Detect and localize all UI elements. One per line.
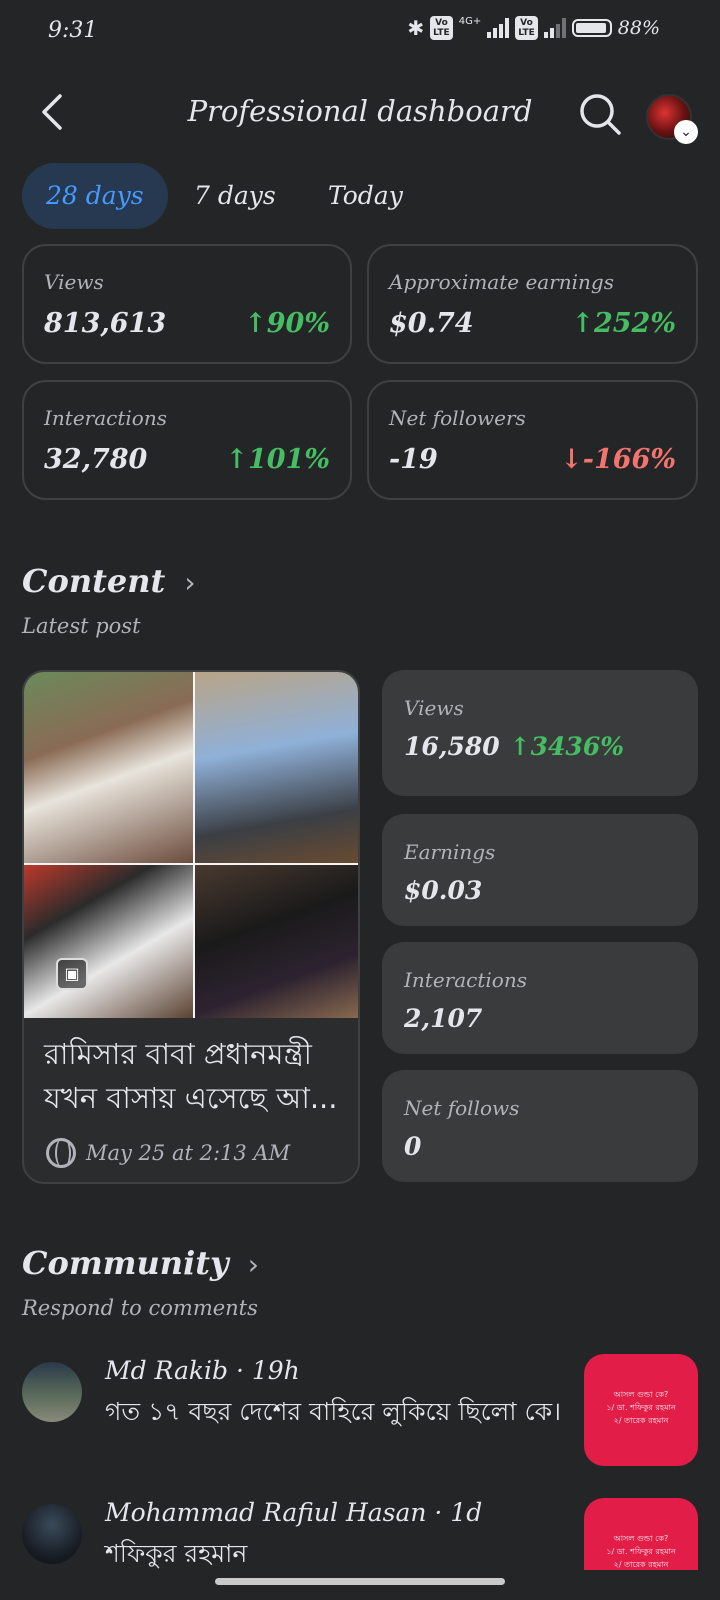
content-heading[interactable]: Content › — [22, 562, 196, 600]
post-date: May 25 at 2:13 AM — [86, 1141, 291, 1165]
commenter-avatar[interactable] — [22, 1504, 82, 1564]
thumb-line: ১/ ডা. শফিকুর রহমান — [606, 1547, 676, 1556]
net-followers-label: Net followers — [389, 406, 526, 430]
search-icon[interactable] — [578, 92, 622, 136]
earnings-change: ↑252% — [571, 308, 676, 339]
status-icons: ✱ Vo LTE 4G+ Vo LTE 88% — [407, 16, 660, 40]
post-interactions-label: Interactions — [404, 968, 527, 992]
views-label: Views — [44, 270, 104, 294]
signal-icon-2 — [543, 18, 566, 38]
post-caption: রামিসার বাবা প্রধানমন্ত্রী যখন বাসায় এস… — [44, 1037, 338, 1115]
comment-post-thumbnail[interactable]: আসল গুন্ডা কে? ১/ ডা. শফিকুর রহমান ২/ তা… — [584, 1498, 698, 1570]
earnings-value: $0.74 — [389, 308, 474, 339]
thumb-line: ২/ তারেক রহমান — [613, 1416, 669, 1425]
home-indicator[interactable] — [215, 1578, 505, 1585]
content-subtitle: Latest post — [22, 614, 141, 638]
interactions-card[interactable]: Interactions 32,780 ↑101% — [22, 380, 352, 500]
comment-text: শফিকুর রহমান — [105, 1539, 248, 1568]
image-icon: ▣ — [56, 958, 88, 990]
bluetooth-icon: ✱ — [407, 16, 425, 40]
post-interactions-value: 2,107 — [404, 1004, 483, 1033]
comment-item[interactable]: Md Rakib · 19h গত ১৭ বছর দেশের বাহিরে লু… — [0, 1350, 720, 1480]
community-heading[interactable]: Community › — [22, 1244, 259, 1282]
post-earnings-card[interactable]: Earnings $0.03 — [382, 814, 698, 926]
earnings-card[interactable]: Approximate earnings $0.74 ↑252% — [367, 244, 698, 364]
net-followers-card[interactable]: Net followers -19 ↓-166% — [367, 380, 698, 500]
battery-percent: 88% — [617, 17, 660, 39]
status-time: 9:31 — [48, 18, 98, 43]
post-views-value: 16,580 — [404, 732, 500, 761]
interactions-label: Interactions — [44, 406, 167, 430]
thumb-line: ২/ তারেক রহমান — [613, 1560, 669, 1569]
chevron-down-icon: ⌄ — [674, 120, 698, 144]
volte-icon: Vo LTE — [430, 16, 453, 40]
comment-author: Mohammad Rafiul Hasan · 1d — [105, 1498, 483, 1527]
globe-icon — [46, 1138, 76, 1168]
net-followers-change: ↓-166% — [560, 444, 676, 475]
views-change: ↑90% — [244, 308, 330, 339]
content-title: Content — [22, 562, 166, 600]
post-earnings-label: Earnings — [404, 840, 496, 864]
post-net-follows-card[interactable]: Net follows 0 — [382, 1070, 698, 1182]
post-views-label: Views — [404, 696, 464, 720]
post-views-change: ↑3436% — [509, 732, 624, 761]
post-net-follows-label: Net follows — [404, 1096, 520, 1120]
thumb-line: ১/ ডা. শফিকুর রহমান — [606, 1403, 676, 1412]
thumb-line: আসল গুন্ডা কে? — [613, 1534, 669, 1543]
network-type: 4G+ — [458, 16, 482, 27]
post-views-card[interactable]: Views 16,580 ↑3436% — [382, 670, 698, 796]
post-meta: May 25 at 2:13 AM — [46, 1138, 290, 1168]
profile-avatar[interactable]: ⌄ — [646, 94, 698, 144]
views-card[interactable]: Views 813,613 ↑90% — [22, 244, 352, 364]
commenter-avatar[interactable] — [22, 1362, 82, 1422]
volte-icon-2: Vo LTE — [515, 16, 538, 40]
net-followers-value: -19 — [389, 444, 438, 475]
views-value: 813,613 — [44, 308, 167, 339]
tab-7-days[interactable]: 7 days — [170, 163, 300, 229]
thumb-line: আসল গুন্ডা কে? — [613, 1390, 669, 1399]
latest-post-card[interactable]: ▣ রামিসার বাবা প্রধানমন্ত্রী যখন বাসায় … — [22, 670, 360, 1184]
signal-icon — [487, 18, 510, 38]
tab-today[interactable]: Today — [304, 163, 427, 229]
post-earnings-value: $0.03 — [404, 876, 483, 905]
interactions-value: 32,780 — [44, 444, 148, 475]
post-interactions-card[interactable]: Interactions 2,107 — [382, 942, 698, 1054]
battery-icon — [571, 19, 612, 37]
tab-28-days[interactable]: 28 days — [22, 163, 168, 229]
chevron-right-icon: › — [247, 1248, 259, 1281]
comment-author: Md Rakib · 19h — [105, 1356, 300, 1385]
earnings-label: Approximate earnings — [389, 270, 614, 294]
post-views-row: 16,580 ↑3436% — [404, 732, 624, 761]
comment-item[interactable]: Mohammad Rafiul Hasan · 1d শফিকুর রহমান … — [0, 1494, 720, 1570]
post-net-follows-value: 0 — [404, 1132, 422, 1161]
interactions-change: ↑101% — [225, 444, 330, 475]
community-title: Community — [22, 1244, 229, 1282]
comment-text: গত ১৭ বছর দেশের বাহিরে লুকিয়ে ছিলো কে। — [105, 1397, 562, 1426]
comment-post-thumbnail[interactable]: আসল গুন্ডা কে? ১/ ডা. শফিকুর রহমান ২/ তা… — [584, 1354, 698, 1466]
community-subtitle: Respond to comments — [22, 1296, 258, 1320]
chevron-right-icon: › — [184, 566, 196, 599]
